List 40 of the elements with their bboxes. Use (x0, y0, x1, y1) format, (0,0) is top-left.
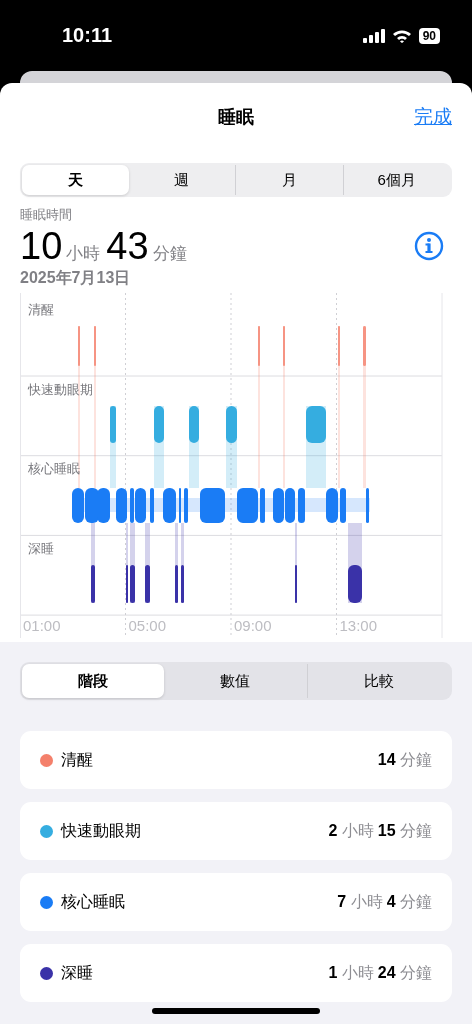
stage-card[interactable]: 深睡 1 小時 24 分鐘 (20, 944, 452, 1002)
stage-name: 清醒 (61, 749, 94, 770)
period-tab[interactable]: 月 (235, 165, 343, 195)
view-tab[interactable]: 數值 (164, 664, 307, 698)
stage-name: 快速動眼期 (61, 820, 142, 841)
view-tab[interactable]: 階段 (22, 664, 165, 698)
stage-card[interactable]: 清醒 14 分鐘 (20, 731, 452, 789)
stage-label: 清醒 (28, 302, 54, 317)
minutes-unit: 分鐘 (152, 243, 187, 265)
date-label: 2025年7月13日 (20, 268, 132, 288)
stage-label: 快速動眼期 (28, 381, 93, 397)
stage-card[interactable]: 核心睡眠 7 小時 4 分鐘 (20, 873, 452, 931)
stage-duration: 1 小時 24 分鐘 (328, 962, 432, 983)
time-label: 05:00 (128, 617, 167, 634)
stage-name: 核心睡眠 (61, 891, 126, 912)
stage-card[interactable]: 快速動眼期 2 小時 15 分鐘 (20, 802, 452, 860)
stage-duration: 14 分鐘 (377, 749, 432, 770)
minutes-value: 43 (106, 224, 149, 268)
stage-label: 深睡 (28, 541, 54, 557)
status-time: 10:11 (62, 24, 113, 47)
info-icon[interactable] (414, 231, 444, 261)
summary-label: 睡眠時間 (20, 206, 73, 224)
period-tab[interactable]: 週 (128, 165, 235, 195)
stage-duration: 7 小時 4 分鐘 (337, 891, 432, 912)
hours-value: 10 (20, 224, 63, 268)
view-tab[interactable]: 比較 (306, 664, 450, 698)
hours-unit: 小時 (66, 243, 101, 265)
time-label: 01:00 (23, 617, 61, 634)
signal-icon (362, 28, 385, 43)
done-link[interactable]: 完成 (414, 104, 452, 130)
time-label: 09:00 (234, 617, 272, 634)
stage-name: 深睡 (61, 962, 94, 983)
battery-level: 90 (418, 27, 440, 44)
period-tab[interactable]: 天 (22, 165, 129, 195)
sheet-title: 睡眠 (218, 106, 254, 129)
period-tab[interactable]: 6個月 (342, 165, 450, 195)
stage-duration: 2 小時 15 分鐘 (328, 820, 432, 841)
wifi-icon (391, 28, 412, 43)
time-label: 13:00 (339, 617, 378, 634)
stage-label: 核心睡眠 (28, 461, 80, 477)
